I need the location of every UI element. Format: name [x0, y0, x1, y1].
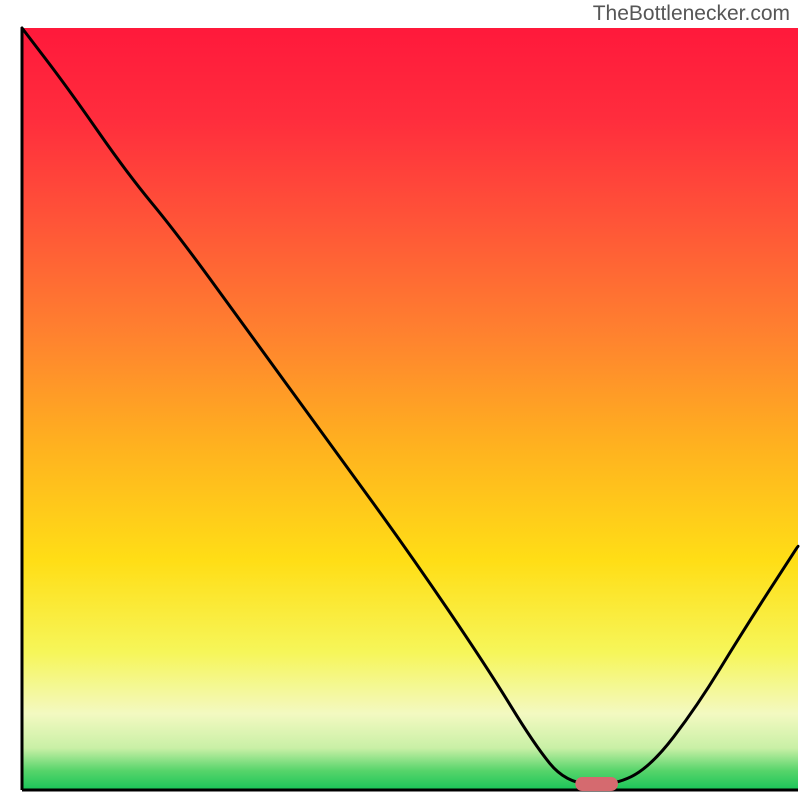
optimal-marker	[575, 777, 618, 791]
chart-canvas	[0, 0, 800, 800]
plot-background	[22, 28, 798, 790]
